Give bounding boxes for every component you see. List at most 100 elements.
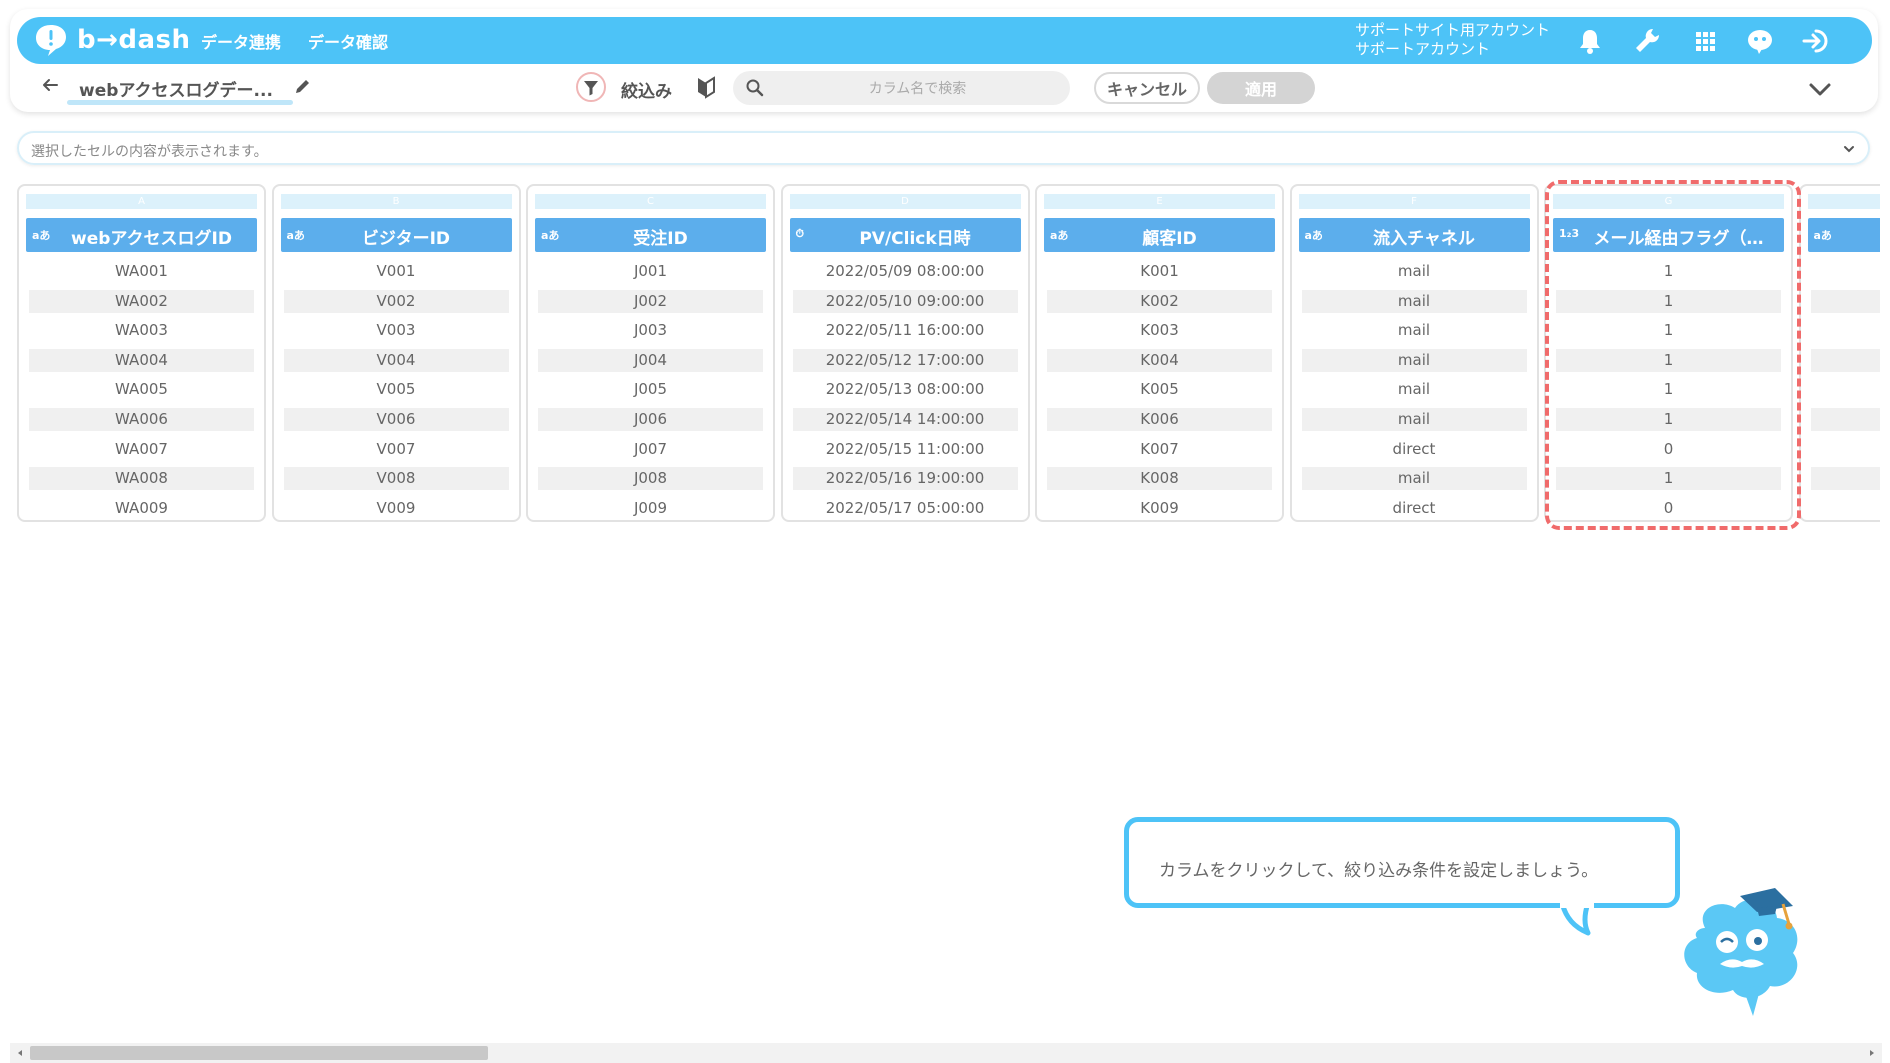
table-cell[interactable]: K008: [1047, 467, 1272, 491]
column-header[interactable]: 1₂3 メール経由フラグ（…: [1553, 218, 1784, 252]
table-cell[interactable]: WA005: [29, 378, 254, 401]
table-cell[interactable]: V008: [283, 467, 509, 491]
nav-data-check[interactable]: データ確認: [308, 29, 388, 53]
table-column[interactable]: Faあ 流入チャネル mail mail mail mail mail mail direct m…: [1289, 184, 1539, 522]
table-column[interactable]: D ⏱ PV/Click日時 2022/05/09 08:00:00 2022/05/1…: [780, 184, 1030, 522]
table-cell[interactable]: V006: [283, 408, 509, 431]
table-cell[interactable]: K005: [1047, 378, 1272, 401]
table-cell[interactable]: WA002: [29, 289, 254, 313]
column-search-input[interactable]: [773, 71, 1062, 107]
table-cell[interactable]: J006: [538, 408, 763, 431]
table-cell[interactable]: K002: [1047, 289, 1272, 313]
wrench-icon[interactable]: [1631, 25, 1663, 57]
table-column[interactable]: Aaあ webアクセスログID WA001 WA002 WA003 WA004 WA005 W…: [17, 184, 266, 522]
table-cell[interactable]: mail: [1301, 408, 1527, 431]
table-cell[interactable]: mail: [1302, 260, 1527, 283]
column-header[interactable]: ⏱ PV/Click日時: [789, 218, 1021, 252]
pencil-icon[interactable]: [293, 76, 313, 96]
support-character-icon[interactable]: [1744, 25, 1776, 57]
table-cell[interactable]: 2022/05/16 19:00:00: [792, 467, 1018, 491]
table-cell[interactable]: 0: [1556, 497, 1781, 520]
table-cell[interactable]: [1811, 497, 1881, 520]
table-cell[interactable]: [1811, 438, 1881, 461]
table-cell[interactable]: J004: [538, 348, 763, 372]
table-cell[interactable]: WA001: [29, 260, 254, 283]
column-header[interactable]: aあ webアクセスログID: [26, 218, 257, 252]
apps-grid-icon[interactable]: [1689, 25, 1721, 57]
table-cell[interactable]: 2022/05/17 05:00:00: [793, 497, 1018, 520]
table-cell[interactable]: 1: [1556, 467, 1781, 491]
table-column[interactable]: Eaあ 顧客ID K001 K002 K003 K004 K005 K006 K007 K008 K…: [1035, 184, 1284, 522]
table-cell[interactable]: V002: [283, 289, 509, 313]
table-cell[interactable]: J005: [538, 378, 763, 401]
chevron-down-icon[interactable]: [1807, 76, 1833, 102]
table-cell[interactable]: 2022/05/10 09:00:00: [792, 289, 1018, 313]
table-cell[interactable]: direct: [1302, 438, 1527, 461]
table-cell[interactable]: V004: [283, 348, 509, 372]
logout-icon[interactable]: [1798, 25, 1830, 57]
scrollbar-thumb[interactable]: [30, 1046, 488, 1060]
table-column[interactable]: Baあ ビジターID V001 V002 V003 V004 V005 V006 V007 V00…: [271, 184, 521, 522]
table-cell[interactable]: V005: [284, 378, 509, 401]
filter-toggle[interactable]: [576, 72, 606, 102]
table-cell[interactable]: 1: [1556, 408, 1781, 431]
table-cell[interactable]: WA009: [29, 497, 254, 520]
table-cell[interactable]: J008: [538, 467, 763, 491]
scroll-right-icon[interactable]: [1866, 1047, 1878, 1059]
nav-data-integration[interactable]: データ連携: [201, 29, 281, 53]
table-cell[interactable]: V007: [284, 438, 509, 461]
apply-button[interactable]: 適用: [1207, 72, 1315, 104]
bdash-logo[interactable]: b→dash: [33, 22, 191, 58]
table-cell[interactable]: V001: [284, 260, 509, 283]
table-cell[interactable]: mail: [1301, 467, 1527, 491]
table-column[interactable]: Caあ 受注ID J001 J002 J003 J004 J005 J006 J007 J008 J…: [526, 184, 775, 522]
table-cell[interactable]: [1810, 467, 1880, 491]
table-cell[interactable]: K006: [1047, 408, 1272, 431]
table-cell[interactable]: K009: [1047, 497, 1272, 520]
table-cell[interactable]: 2022/05/15 11:00:00: [793, 438, 1018, 461]
table-cell[interactable]: [1811, 319, 1881, 342]
table-cell[interactable]: V009: [284, 497, 509, 520]
table-cell[interactable]: 1: [1556, 289, 1781, 313]
table-cell[interactable]: 2022/05/14 14:00:00: [792, 408, 1018, 431]
table-cell[interactable]: K007: [1047, 438, 1272, 461]
column-header[interactable]: aあ: [1807, 218, 1880, 252]
table-cell[interactable]: mail: [1302, 319, 1527, 342]
table-cell[interactable]: 1: [1556, 378, 1781, 401]
cancel-button[interactable]: キャンセル: [1094, 72, 1200, 104]
table-cell[interactable]: WA004: [29, 348, 254, 372]
account-info[interactable]: サポートサイト用アカウント サポートアカウント: [1355, 21, 1550, 59]
dataset-name[interactable]: webアクセスログデー...: [79, 76, 273, 101]
table-cell[interactable]: J007: [538, 438, 763, 461]
table-cell[interactable]: 1: [1556, 348, 1781, 372]
table-cell[interactable]: [1810, 408, 1880, 431]
table-cell[interactable]: J003: [538, 319, 763, 342]
column-header[interactable]: aあ 流入チャネル: [1298, 218, 1530, 252]
table-cell[interactable]: K004: [1047, 348, 1272, 372]
table-cell[interactable]: direct: [1302, 497, 1527, 520]
column-header[interactable]: aあ 受注ID: [535, 218, 766, 252]
table-cell[interactable]: J009: [538, 497, 763, 520]
column-header[interactable]: aあ 顧客ID: [1044, 218, 1275, 252]
scroll-left-icon[interactable]: [14, 1047, 26, 1059]
table-cell[interactable]: K003: [1047, 319, 1272, 342]
table-cell[interactable]: 2022/05/11 16:00:00: [793, 319, 1018, 342]
table-column[interactable]: Haあ: [1798, 184, 1881, 522]
table-cell[interactable]: [1810, 348, 1880, 372]
table-cell[interactable]: [1810, 289, 1880, 313]
table-cell[interactable]: WA006: [29, 408, 254, 431]
table-cell[interactable]: [1811, 378, 1881, 401]
table-cell[interactable]: WA003: [29, 319, 254, 342]
beginner-mark-icon[interactable]: [695, 75, 717, 99]
table-cell[interactable]: 2022/05/12 17:00:00: [792, 348, 1018, 372]
bell-icon[interactable]: [1574, 25, 1606, 57]
table-cell[interactable]: 1: [1556, 260, 1781, 283]
back-arrow-icon[interactable]: [39, 74, 61, 96]
table-cell[interactable]: 2022/05/09 08:00:00: [793, 260, 1018, 283]
table-cell[interactable]: mail: [1302, 378, 1527, 401]
table-cell[interactable]: WA007: [29, 438, 254, 461]
table-cell[interactable]: WA008: [29, 467, 254, 491]
table-cell[interactable]: mail: [1301, 348, 1527, 372]
table-cell[interactable]: J001: [538, 260, 763, 283]
table-cell[interactable]: J002: [538, 289, 763, 313]
